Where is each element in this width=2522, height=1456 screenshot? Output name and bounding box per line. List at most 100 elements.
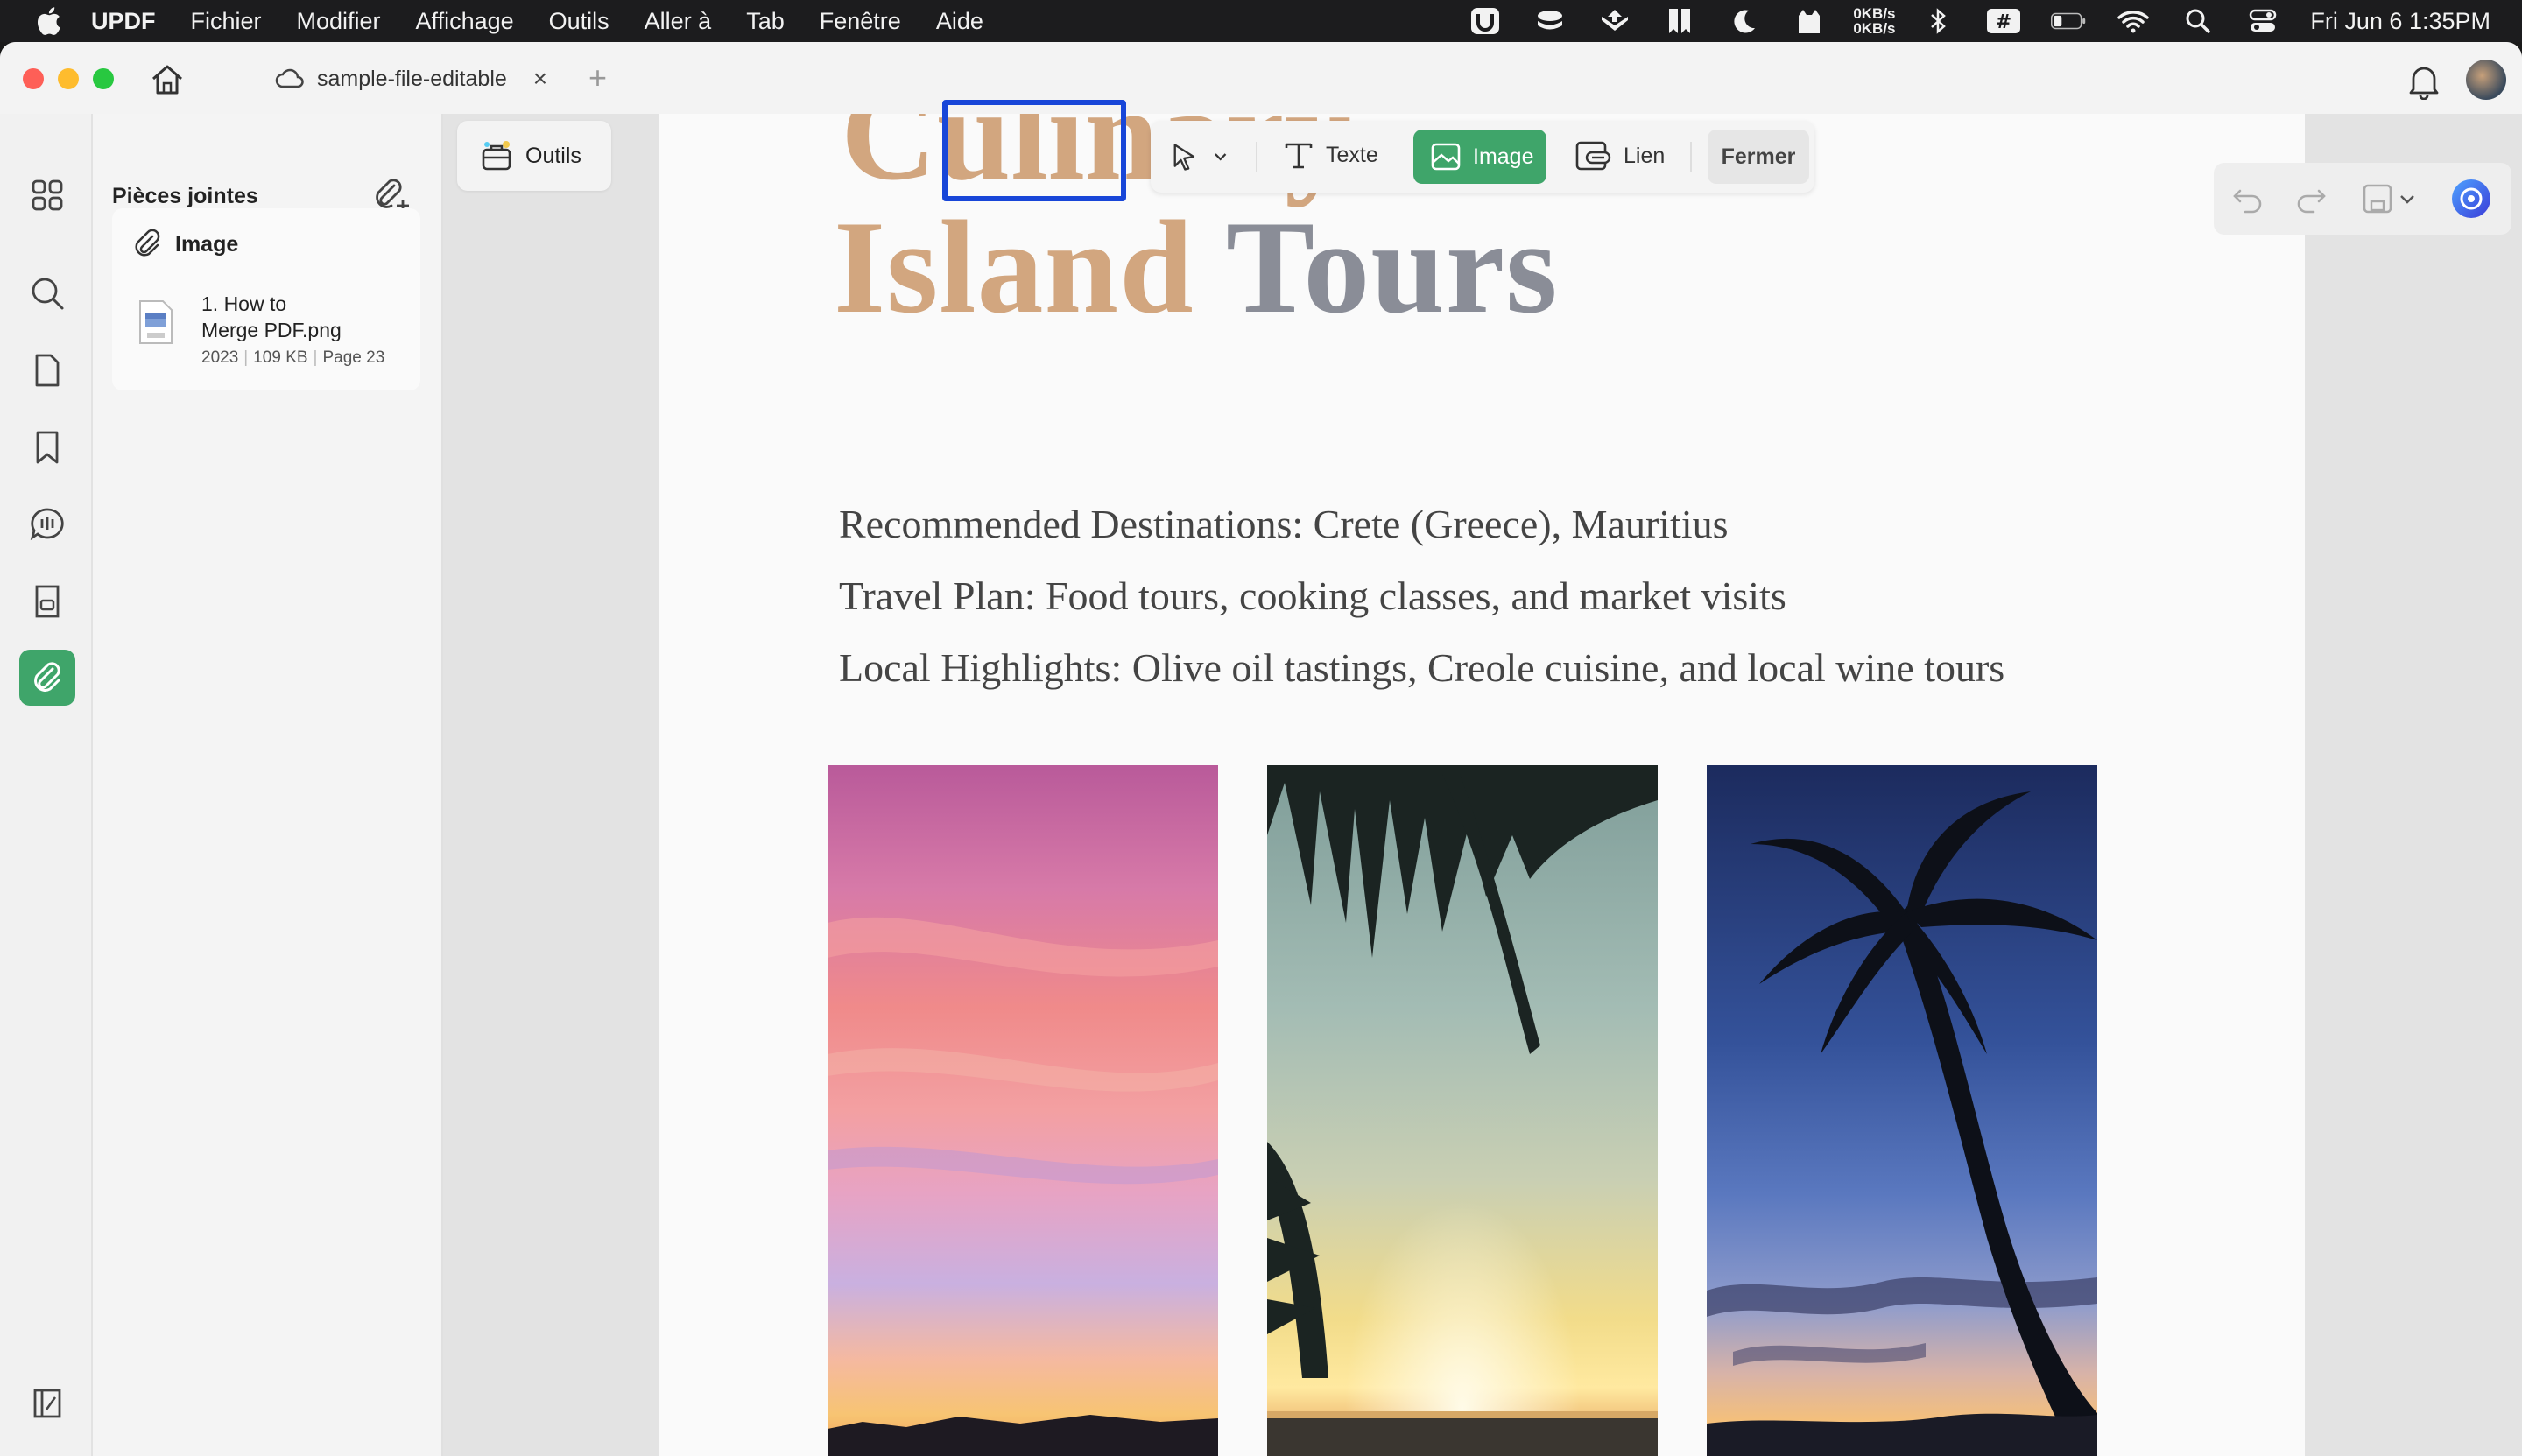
menu-tab[interactable]: Tab [746, 8, 785, 35]
body-line-destinations[interactable]: Recommended Destinations: Crete (Greece)… [839, 501, 1729, 547]
home-icon[interactable] [149, 61, 186, 98]
text-tool-icon [1285, 143, 1313, 169]
attachment-page: Page 23 [322, 348, 385, 367]
attachments-panel-title: Pièces jointes [112, 184, 258, 208]
png-file-icon [139, 300, 173, 344]
palm-dusk-image [1707, 765, 2097, 1456]
inbox-status-icon[interactable] [1597, 7, 1632, 35]
menu-fichier[interactable]: Fichier [191, 8, 262, 35]
moon-status-icon[interactable] [1727, 7, 1762, 35]
attachment-card[interactable]: Image 1. How to Merge PDF.png 2023 | 109 K… [112, 208, 420, 390]
stack-status-icon[interactable] [1532, 7, 1567, 35]
menu-aller-a[interactable]: Aller à [645, 8, 712, 35]
sidebar-toggle-icon[interactable] [29, 1385, 66, 1422]
document-area: Outils Culinary Island Tours Recommended… [443, 114, 2522, 1456]
edit-toolbar: Texte Image Lien Fermer [1151, 121, 1814, 193]
file-name-line-2: Merge PDF.png [201, 319, 342, 341]
attachment-year: 2023 [201, 348, 239, 367]
attachment-file-name[interactable]: 1. How to Merge PDF.png [201, 291, 403, 343]
app-window: sample-file-editable × + Pièces jointes … [0, 42, 2522, 1456]
menu-affichage[interactable]: Affichage [416, 8, 514, 35]
menu-aide[interactable]: Aide [936, 8, 983, 35]
updf-status-icon[interactable] [1468, 7, 1503, 35]
toolbox-icon [482, 141, 511, 171]
title-word-tours: Tours [1225, 193, 1559, 341]
undo-icon[interactable] [2230, 180, 2266, 217]
add-link-button[interactable]: Lien [1574, 138, 1665, 173]
ai-assistant-icon[interactable] [2450, 178, 2492, 220]
link-tool-icon [1575, 141, 1611, 171]
network-speed: 0KB/s 0KB/s [1853, 6, 1896, 37]
add-text-button[interactable]: Texte [1282, 138, 1378, 172]
pages-icon[interactable] [29, 352, 66, 389]
image-tool-icon [1431, 143, 1461, 171]
search-icon[interactable] [29, 275, 66, 312]
thumbnails-grid-icon[interactable] [29, 177, 66, 214]
pdf-page[interactable]: Culinary Island Tours Recommended Destin… [659, 114, 2305, 1456]
save-icon[interactable] [2359, 180, 2396, 217]
document-tab[interactable]: sample-file-editable × [263, 56, 578, 102]
title-word-island: Island [834, 193, 1194, 341]
toolbar-divider [1690, 142, 1692, 172]
tab-close-button[interactable]: × [533, 65, 547, 93]
cloud-icon [275, 68, 304, 88]
hashtag-status-icon[interactable]: # [1986, 7, 2021, 35]
pink-sunset-image [828, 765, 1218, 1456]
photo-pink-sunset[interactable] [828, 765, 1218, 1456]
link-tool-label: Lien [1624, 143, 1666, 168]
notification-bell-icon[interactable] [2406, 63, 2441, 100]
body-line-highlights[interactable]: Local Highlights: Olive oil tastings, Cr… [839, 644, 2004, 691]
spotlight-search-icon[interactable] [2180, 7, 2216, 35]
close-edit-button[interactable]: Fermer [1708, 130, 1809, 184]
image-tool-label: Image [1473, 144, 1534, 169]
paperclip-icon [135, 229, 160, 257]
attachment-size: 109 KB [253, 348, 308, 367]
wifi-icon[interactable] [2116, 7, 2151, 35]
body-line-travel-plan[interactable]: Travel Plan: Food tours, cooking classes… [839, 573, 1786, 619]
bookmark-icon[interactable] [29, 429, 66, 466]
palm-sunrise-image [1267, 765, 1658, 1456]
window-zoom-button[interactable] [93, 68, 114, 89]
battery-icon[interactable] [2051, 7, 2086, 35]
apple-logo-icon[interactable] [35, 6, 61, 36]
tab-title: sample-file-editable [317, 66, 507, 91]
menu-fenetre[interactable]: Fenêtre [820, 8, 901, 35]
cursor-arrow-icon [1173, 144, 1195, 171]
chevron-down-icon [1214, 153, 1226, 161]
svg-text:#: # [1996, 11, 2011, 33]
paperclip-icon [34, 662, 60, 692]
redo-icon[interactable] [2293, 180, 2329, 217]
menubar: UPDF Fichier Modifier Affichage Outils A… [0, 0, 2522, 42]
user-avatar[interactable] [2466, 60, 2506, 100]
control-center-icon[interactable] [2245, 7, 2280, 35]
document-title[interactable]: Island Tours [834, 191, 1558, 343]
bluetooth-icon[interactable] [1921, 7, 1956, 35]
add-image-button[interactable]: Image [1413, 130, 1546, 184]
attachment-card-header: Image [133, 229, 238, 259]
save-options-chevron-icon[interactable] [2398, 180, 2417, 217]
tools-label: Outils [525, 143, 581, 168]
photo-palm-dusk[interactable] [1707, 765, 2097, 1456]
text-tool-label: Texte [1326, 142, 1378, 167]
bookmark-status-icon[interactable] [1662, 7, 1697, 35]
comments-icon[interactable] [29, 506, 66, 543]
window-close-button[interactable] [23, 68, 44, 89]
cat-status-icon[interactable] [1792, 7, 1827, 35]
form-fields-icon[interactable] [29, 583, 66, 620]
title-bar: sample-file-editable × + [0, 42, 2522, 114]
window-minimize-button[interactable] [58, 68, 79, 89]
attachments-icon-active[interactable] [19, 650, 75, 706]
photo-palm-sunrise[interactable] [1267, 765, 1658, 1456]
tools-button[interactable]: Outils [457, 121, 611, 191]
select-tool-button[interactable] [1168, 138, 1238, 175]
new-tab-button[interactable]: + [588, 60, 607, 96]
status-icons: 0KB/s 0KB/s # Fri Jun 6 1:35PM [1468, 0, 2490, 42]
menu-outils[interactable]: Outils [549, 8, 609, 35]
toolbar-divider [1256, 142, 1257, 172]
right-toolbar [2214, 163, 2511, 235]
menu-modifier[interactable]: Modifier [297, 8, 381, 35]
menubar-clock[interactable]: Fri Jun 6 1:35PM [2310, 8, 2490, 35]
menu-app-name[interactable]: UPDF [91, 8, 156, 35]
network-down-text: 0KB/s [1853, 20, 1896, 37]
file-name-line-1: 1. How to [201, 292, 287, 315]
